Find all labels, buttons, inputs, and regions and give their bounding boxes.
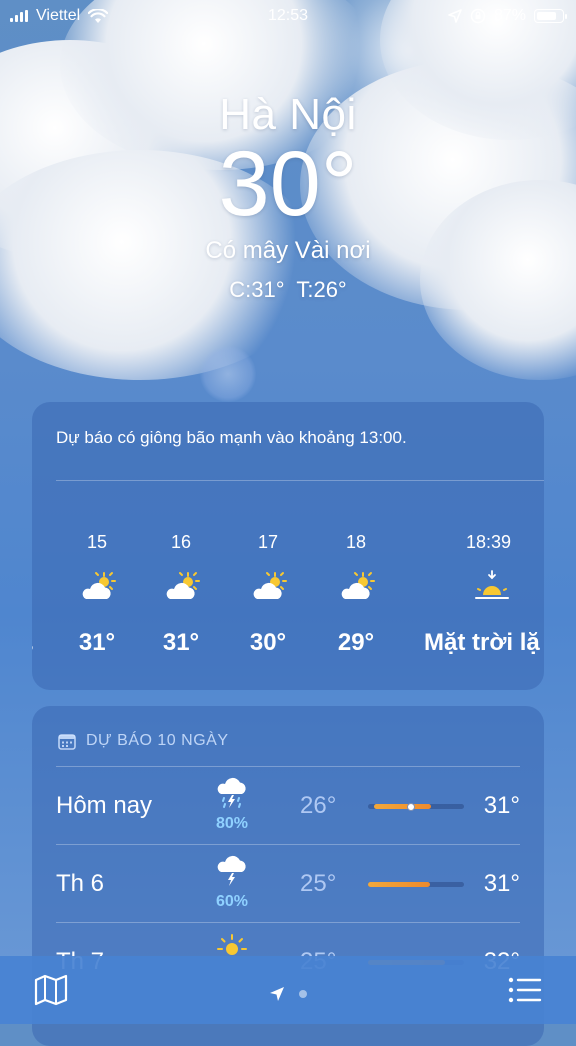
temp-range-bar (368, 882, 464, 887)
precip-chance: 80% (215, 815, 249, 832)
temp-range-bar (368, 802, 464, 811)
temp-range-fill (373, 804, 432, 809)
partly-cloudy-icon (311, 569, 401, 609)
ten-day-heading: DỰ BÁO 10 NGÀY (58, 732, 228, 750)
high-temp: 31° (483, 870, 520, 897)
battery-percent: 87% (493, 7, 526, 24)
status-bar: Viettel 12:53 87% (0, 0, 576, 34)
low-temp: 25° (300, 870, 337, 897)
high-temp: 31° (483, 792, 520, 819)
list-icon[interactable] (508, 976, 542, 1009)
current-temp-dot (407, 802, 416, 811)
hour-item-partial-temp: ° (32, 640, 34, 668)
page-indicator[interactable] (0, 986, 576, 1002)
hour-temp: 29° (337, 629, 375, 656)
calendar-icon (58, 733, 76, 750)
partly-cloudy-icon (136, 569, 226, 609)
partly-cloudy-icon (223, 569, 313, 609)
hour-item[interactable]: 17 30° (223, 532, 313, 657)
location-arrow-icon (448, 9, 462, 23)
hour-time: 17 (257, 532, 279, 552)
hour-temp: Mặt trời lặ (424, 629, 540, 656)
day-label: Hôm nay (56, 792, 153, 819)
divider (56, 766, 520, 767)
hour-temp: 31° (162, 629, 200, 656)
thunderstorm-icon: 60% (206, 854, 258, 911)
hour-time: 18:39 (466, 532, 512, 552)
weather-alert: Dự báo có giông bão mạnh vào khoảng 13:0… (56, 428, 407, 447)
hour-time: 15 (86, 532, 108, 552)
hour-item-sunset[interactable]: 18:39 Mặt trời lặ (424, 532, 544, 657)
hour-item[interactable]: 15 31° (52, 532, 142, 657)
status-right: 87% (448, 7, 567, 25)
sunset-icon (442, 569, 544, 609)
page-dot[interactable] (299, 990, 307, 998)
rotation-lock-icon (470, 8, 486, 24)
location-arrow-icon[interactable] (269, 986, 285, 1002)
divider (56, 480, 544, 481)
hour-temp: 31° (78, 629, 116, 656)
partly-cloudy-icon (52, 569, 142, 609)
temp-range-fill (368, 882, 431, 887)
hour-time: 16 (170, 532, 192, 552)
high-low: C:31° T:26° (229, 276, 347, 302)
weather-header: Hà Nội 30° Có mây Vài nơi C:31° T:26° (0, 90, 576, 303)
lens-flare (200, 346, 256, 402)
condition-text: Có mây Vài nơi (205, 236, 371, 264)
precip-chance: 60% (215, 893, 249, 910)
bottom-toolbar (0, 956, 576, 1024)
battery-icon (534, 9, 567, 23)
hour-item[interactable]: 18 29° (311, 532, 401, 657)
hour-item-partial (32, 590, 36, 596)
low-temp: 26° (300, 792, 337, 819)
current-temperature: 30° (218, 133, 358, 235)
divider (56, 844, 520, 845)
day-label: Th 6 (56, 870, 105, 897)
hourly-forecast-card[interactable]: Dự báo có giông bão mạnh vào khoảng 13:0… (32, 402, 544, 690)
day-row[interactable]: Hôm nay 80% 26° 31° (56, 766, 520, 844)
thunderstorm-rain-icon: 80% (206, 776, 258, 833)
day-row[interactable]: Th 6 60% 25° 31° (56, 844, 520, 922)
hour-time: 18 (345, 532, 367, 552)
ten-day-title: DỰ BÁO 10 NGÀY (86, 732, 229, 749)
hour-item[interactable]: 16 31° (136, 532, 226, 657)
hour-temp: 30° (249, 629, 287, 656)
divider (56, 922, 520, 923)
